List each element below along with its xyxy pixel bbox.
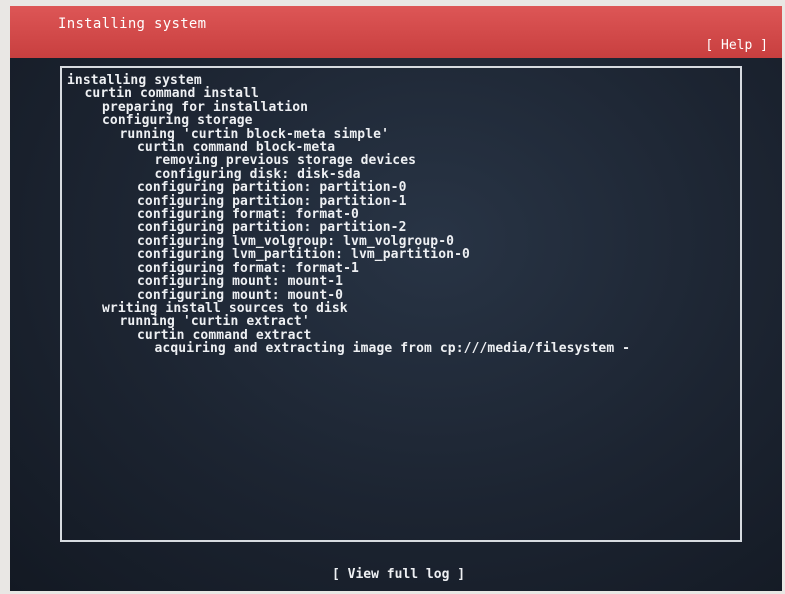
log-line: configuring partition: partition-1 [137,193,407,209]
log-line: curtin command extract [137,327,312,343]
log-line: configuring format: format-0 [137,207,359,223]
log-line: curtin command install [84,86,259,102]
log-line: running 'curtin block-meta simple' [119,126,390,142]
log-line: installing system [67,73,202,88]
install-log-panel: installing system curtin command install p… [60,66,742,542]
log-line: curtin command block-meta [137,140,336,156]
log-line: configuring partition: partition-2 [137,220,407,236]
log-line: configuring partition: partition-0 [137,180,407,196]
log-line: configuring disk: disk-sda [154,166,361,182]
page-title: Installing system [58,16,207,32]
help-button[interactable]: [ Help ] [705,38,768,53]
log-line: acquiring and extracting image from cp:/… [154,341,631,357]
log-line: removing previous storage devices [154,153,417,169]
log-line: configuring lvm_partition: lvm_partition… [137,247,470,263]
log-line: configuring mount: mount-1 [137,274,344,290]
log-line: configuring mount: mount-0 [137,287,344,303]
log-line: running 'curtin extract' [119,314,310,330]
log-line: writing install sources to disk [102,300,348,316]
log-line: configuring lvm_volgroup: lvm_volgroup-0 [137,233,455,249]
log-line: configuring storage [102,113,253,129]
header-bar: Installing system [ Help ] [10,6,782,58]
installer-screen: Installing system [ Help ] installing sy… [10,6,782,591]
log-line: configuring format: format-1 [137,260,359,276]
view-full-log-button[interactable]: [ View full log ] [332,567,465,582]
log-line: preparing for installation [102,99,309,115]
